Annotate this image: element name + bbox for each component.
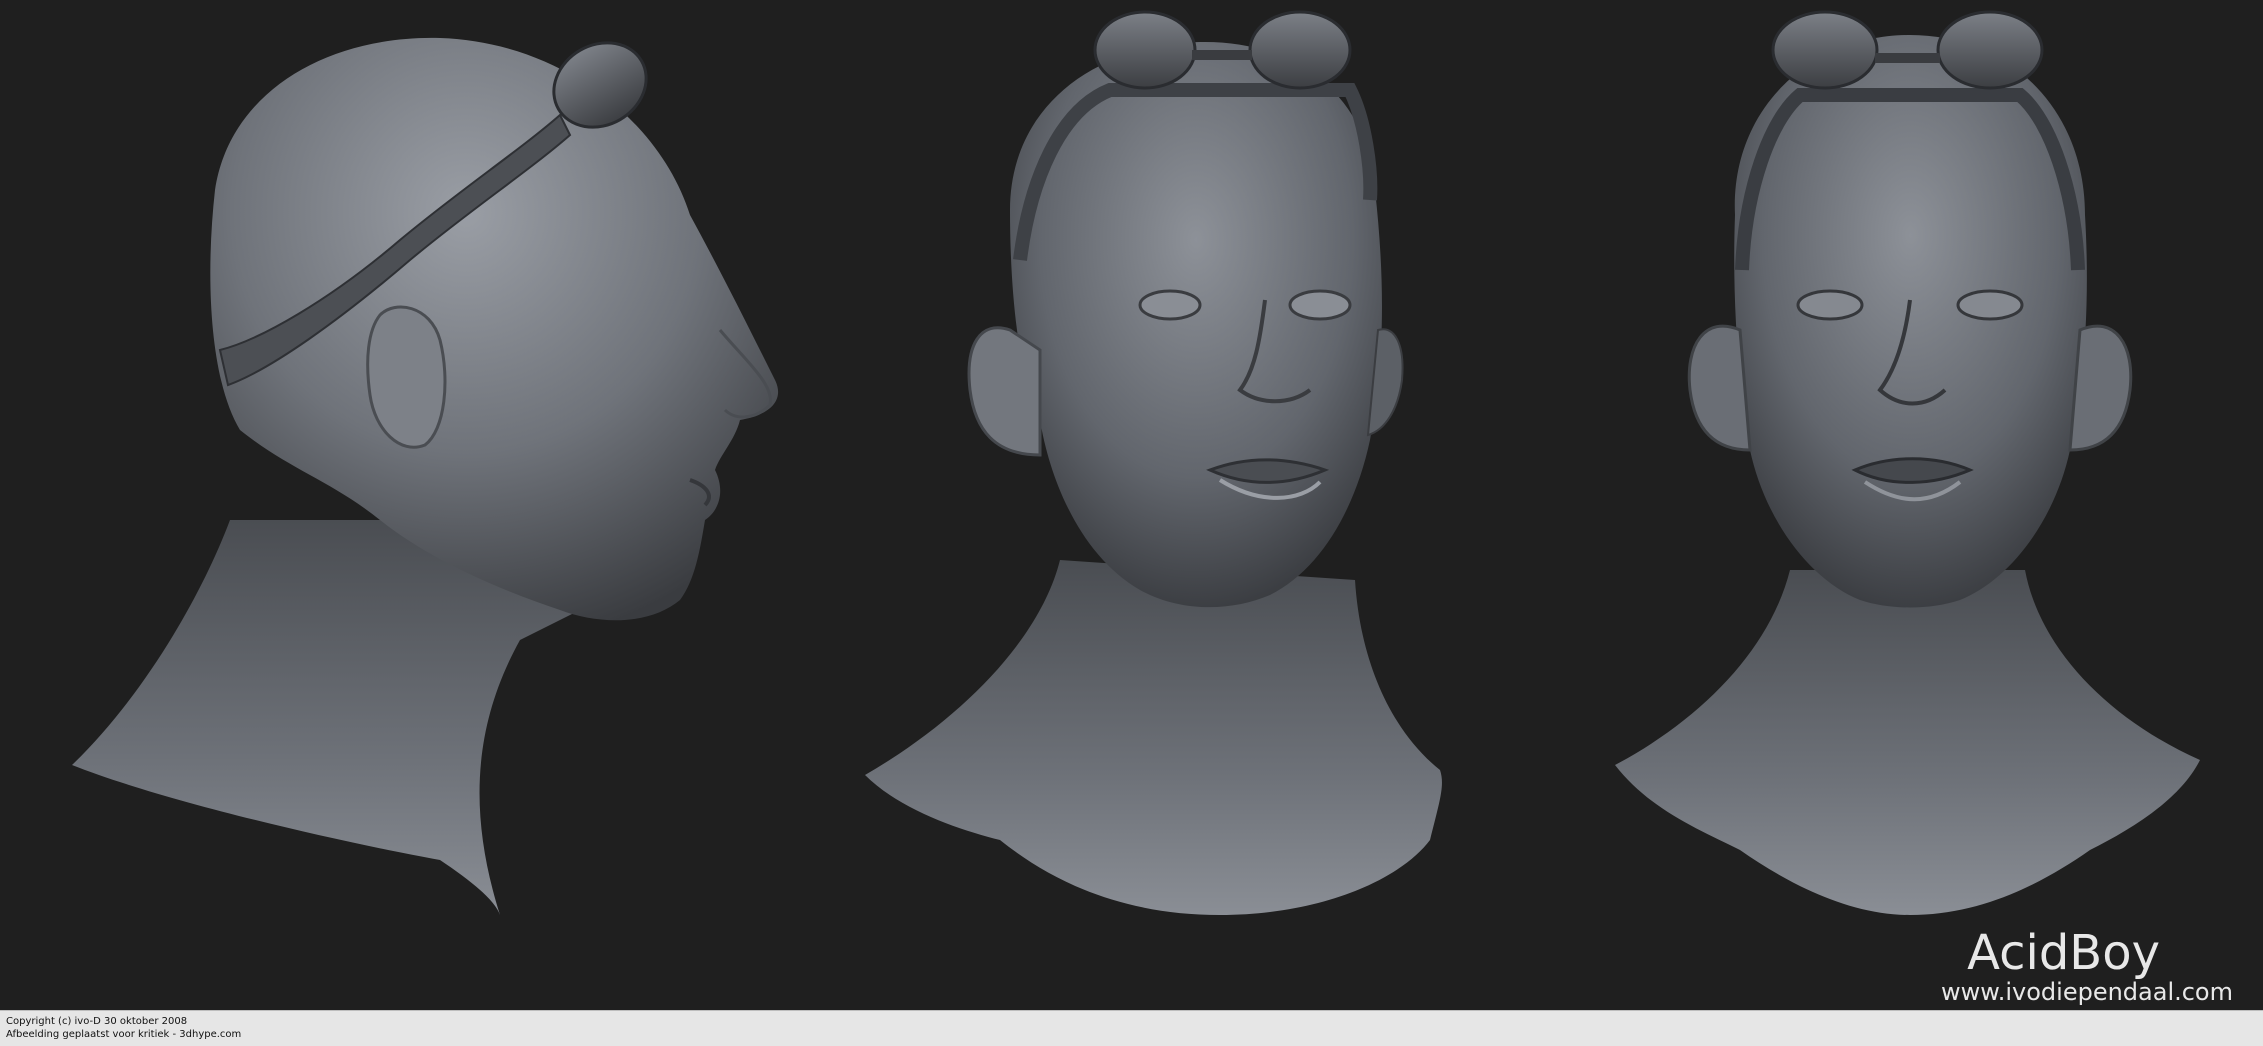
side-ear — [366, 305, 447, 449]
sculpt-render — [72, 10, 2200, 915]
three-quarter-view — [865, 10, 1442, 915]
front-goggle-lens-left — [1771, 10, 1879, 90]
watermark-title: AcidBoy — [1967, 925, 2160, 981]
tq-neck — [865, 560, 1442, 915]
copyright-line: Copyright (c) ivo-D 30 oktober 2008 — [6, 1016, 188, 1027]
tq-eye-left — [1138, 289, 1202, 321]
front-eye-left — [1796, 289, 1864, 321]
front-ear-left — [1687, 324, 1752, 452]
render-canvas: AcidBoy www.ivodiependaal.com — [0, 0, 2263, 1010]
tq-eye-right — [1288, 289, 1352, 321]
tq-goggle-lens-left — [1093, 10, 1197, 90]
watermark-url: www.ivodiependaal.com — [1941, 978, 2233, 1006]
side-view — [72, 37, 779, 915]
front-view — [1615, 10, 2200, 915]
footer-caption: Copyright (c) ivo-D 30 oktober 2008 Afbe… — [0, 1010, 2263, 1046]
front-ear-right — [2068, 324, 2133, 452]
front-eye-right — [1956, 289, 2024, 321]
tq-goggle-lens-right — [1248, 10, 1352, 90]
posting-note-line: Afbeelding geplaatst voor kritiek - 3dhy… — [6, 1029, 242, 1040]
tq-ear-left — [967, 326, 1042, 457]
front-goggle-lens-right — [1936, 10, 2044, 90]
front-neck — [1615, 570, 2200, 915]
